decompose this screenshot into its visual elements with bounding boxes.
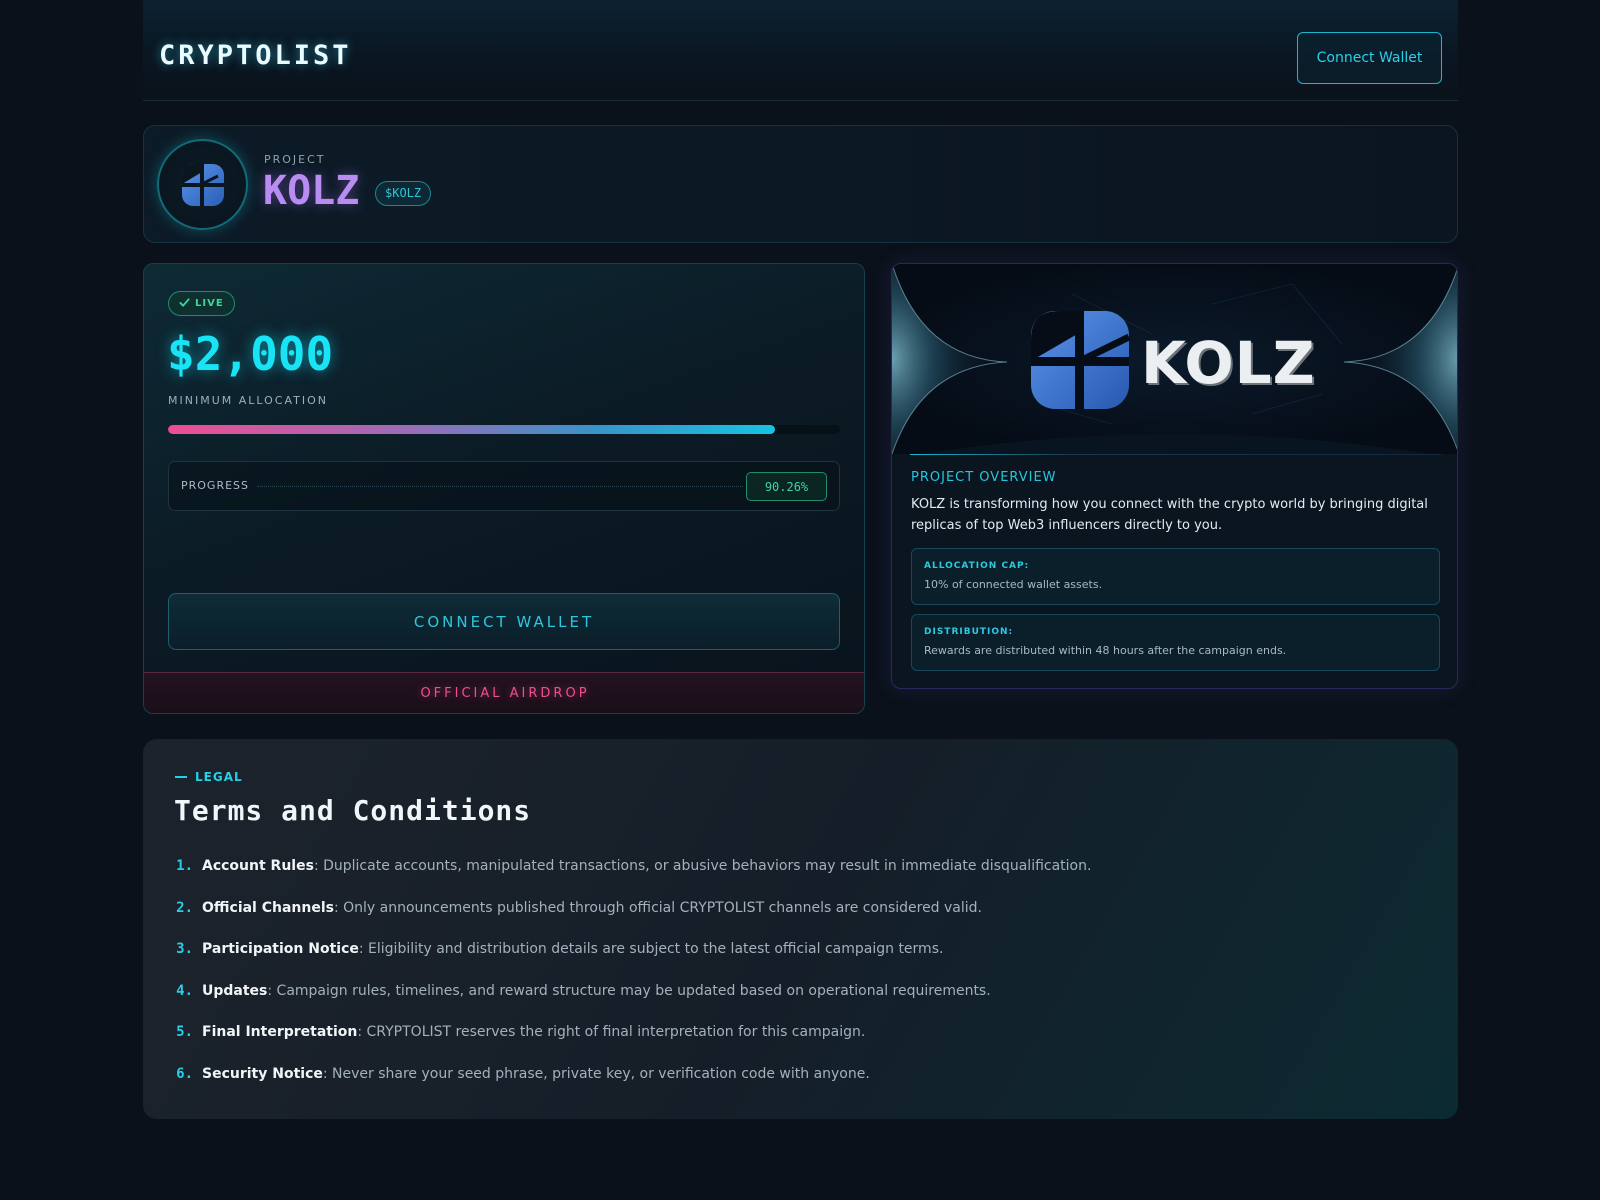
allocation-cap-box: ALLOCATION CAP: 10% of connected wallet … — [911, 548, 1440, 605]
terms-item-name: Final Interpretation — [202, 1024, 358, 1040]
terms-item-text: : Only announcements published through o… — [333, 899, 983, 916]
terms-item: 5. Final Interpretation: CRYPTOLIST reser… — [175, 1022, 1415, 1064]
terms-kicker: LEGAL — [175, 770, 243, 784]
terms-item-text: : CRYPTOLIST reserves the right of final… — [357, 1024, 866, 1040]
terms-item-text: : Duplicate accounts, manipulated transa… — [313, 858, 1092, 874]
project-bar: PROJECT KOLZ $KOLZ — [143, 125, 1458, 243]
project-kicker: PROJECT — [264, 153, 326, 166]
terms-item-number: 4. — [176, 982, 193, 999]
terms-item-text: : Campaign rules, timelines, and reward … — [267, 982, 991, 999]
terms-item-name: Account Rules — [202, 858, 314, 874]
terms-item-number: 3. — [176, 941, 193, 957]
allocation-cap-value: 10% of connected wallet assets. — [924, 578, 1103, 591]
project-ticker-badge: $KOLZ — [375, 181, 432, 206]
terms-item: 6. Security Notice: Never share your seed… — [175, 1064, 1415, 1106]
banner-divider — [910, 454, 1441, 455]
progress-dotted-leader — [257, 486, 743, 487]
progress-percent-badge: 90.26% — [746, 472, 827, 501]
terms-item-name: Security Notice — [202, 1065, 323, 1082]
dash-icon — [175, 776, 187, 778]
terms-item: 4. Updates: Campaign rules, timelines, an… — [175, 981, 1415, 1023]
banner-logo-text: KOLZ — [1141, 329, 1316, 397]
progress-row: PROGRESS 90.26% — [168, 461, 840, 511]
project-banner: KOLZ — [892, 264, 1457, 454]
terms-title: Terms and Conditions — [174, 794, 532, 827]
overview-description: KOLZ is transforming how you connect wit… — [911, 497, 1428, 533]
terms-item: 3. Participation Notice: Eligibility and … — [175, 939, 1415, 981]
allocation-cap-label: ALLOCATION CAP: — [924, 561, 1030, 571]
progress-bar — [168, 425, 840, 434]
kolz-logo-icon — [157, 139, 248, 230]
header-connect-wallet-button[interactable]: Connect Wallet — [1297, 32, 1442, 84]
site-logo[interactable]: CRYPTOLIST — [159, 40, 352, 71]
progress-label: PROGRESS — [181, 479, 250, 492]
terms-item-name: Official Channels — [202, 899, 334, 916]
project-overview-card: KOLZ PROJECT OVERVIEW KOLZ is transformi… — [891, 263, 1458, 689]
terms-list: 1. Account Rules: Duplicate accounts, man… — [175, 856, 1415, 1105]
check-icon — [179, 297, 190, 311]
project-name: KOLZ — [263, 168, 360, 214]
distribution-value: Rewards are distributed within 48 hours … — [924, 644, 1287, 657]
terms-item-name: Updates — [202, 982, 268, 999]
terms-item-number: 6. — [176, 1065, 193, 1082]
top-header: CRYPTOLIST Connect Wallet — [143, 0, 1458, 101]
progress-bar-fill — [168, 425, 775, 434]
allocation-card: LIVE $2,000 MINIMUM ALLOCATION PROGRESS … — [143, 263, 865, 714]
overview-title: PROJECT OVERVIEW — [911, 470, 1057, 485]
official-airdrop-footer: OFFICIAL AIRDROP — [144, 672, 864, 713]
terms-item-number: 5. — [176, 1024, 193, 1040]
terms-item-text: : Eligibility and distribution details a… — [358, 941, 944, 957]
connect-wallet-button[interactable]: CONNECT WALLET — [168, 593, 840, 650]
page-wrapper: CRYPTOLIST Connect Wallet PROJECT KOLZ $… — [143, 0, 1458, 1200]
allocation-amount-label: MINIMUM ALLOCATION — [168, 394, 328, 407]
live-status-text: LIVE — [195, 298, 224, 309]
terms-item: 2. Official Channels: Only announcements … — [175, 898, 1415, 940]
terms-item-name: Participation Notice — [202, 941, 359, 957]
terms-section: LEGAL Terms and Conditions 1. Account Rul… — [143, 739, 1458, 1119]
distribution-label: DISTRIBUTION: — [924, 627, 1014, 637]
terms-item-text: : Never share your seed phrase, private … — [322, 1065, 870, 1082]
distribution-box: DISTRIBUTION: Rewards are distributed wi… — [911, 614, 1440, 671]
live-status-badge: LIVE — [168, 291, 235, 316]
terms-item-number: 1. — [176, 858, 193, 874]
terms-item-number: 2. — [176, 899, 193, 916]
allocation-amount: $2,000 — [167, 327, 334, 381]
terms-item: 1. Account Rules: Duplicate accounts, man… — [175, 856, 1415, 898]
terms-kicker-text: LEGAL — [195, 770, 243, 784]
